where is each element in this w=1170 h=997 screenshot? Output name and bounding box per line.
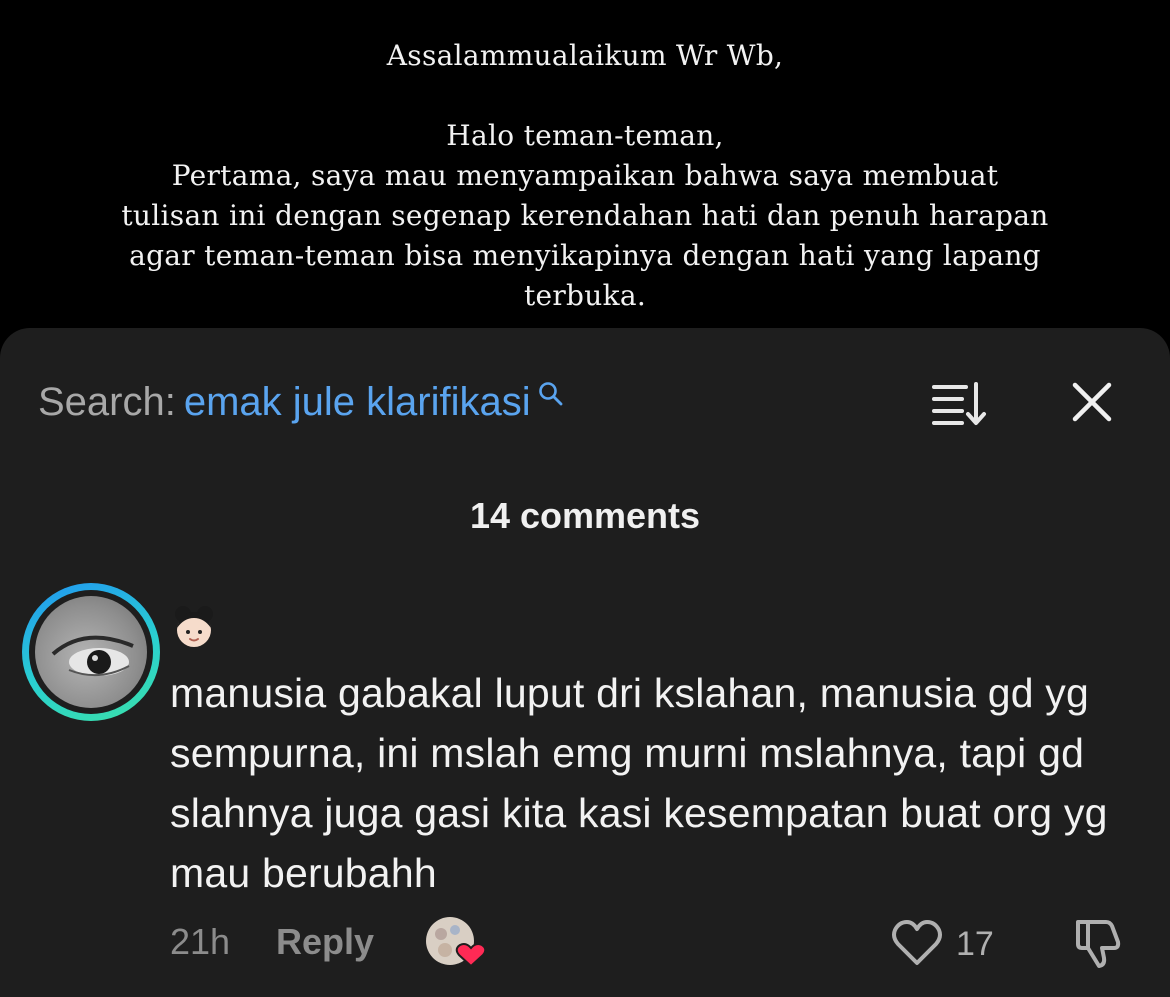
video-caption-line: terbuka.	[523, 279, 647, 312]
comment-timestamp: 21h	[170, 921, 231, 962]
sort-icon[interactable]	[932, 380, 988, 426]
girl-emoji-icon[interactable]	[168, 600, 220, 652]
comment-text: manusia gabakal luput dri kslahan, manus…	[170, 670, 1108, 896]
search-icon	[538, 382, 563, 406]
dislike-icon[interactable]	[1072, 916, 1124, 970]
like-count: 17	[956, 925, 994, 963]
reply-button[interactable]: Reply	[276, 920, 374, 964]
video-background[interactable]: Assalammualaikum Wr Wb, Halo teman-teman…	[0, 0, 1170, 340]
search-label: Search:	[38, 380, 176, 424]
video-caption-line: tulisan ini dengan segenap kerendahan ha…	[121, 199, 1049, 232]
avatar[interactable]	[22, 583, 160, 721]
close-icon[interactable]	[1070, 380, 1114, 424]
heart-icon[interactable]	[890, 918, 944, 968]
video-caption-line: Assalammualaikum Wr Wb,	[386, 39, 784, 72]
search-header[interactable]: Search: emak jule klarifikasi	[38, 378, 563, 426]
video-caption-line: Halo teman-teman,	[446, 119, 724, 152]
creator-liked-icon	[426, 917, 487, 968]
comment-count: 14 comments	[469, 495, 701, 536]
video-caption-line: agar teman-teman bisa menyikapinya denga…	[129, 239, 1041, 272]
search-term-link[interactable]: emak jule klarifikasi	[184, 380, 531, 424]
video-caption-line: Pertama, saya mau menyampaikan bahwa say…	[171, 159, 999, 192]
avatar-eye-photo	[51, 635, 134, 677]
